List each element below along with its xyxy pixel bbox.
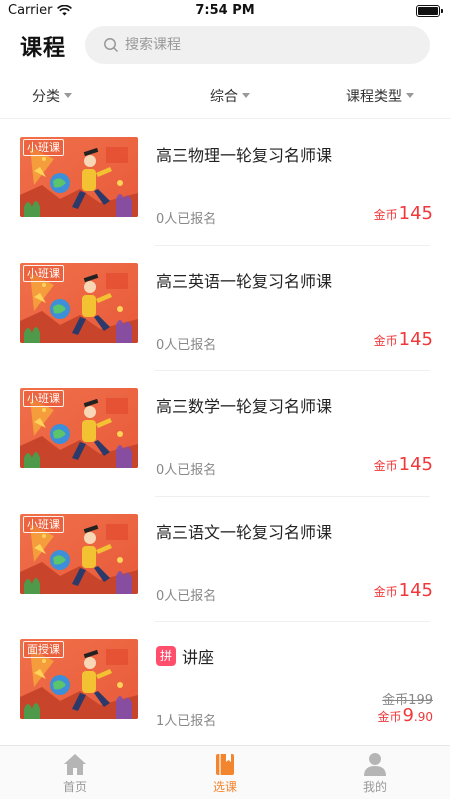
header: 课程 bbox=[0, 26, 450, 66]
course-price: 金币 145 bbox=[374, 329, 433, 350]
course-type-badge: 面授课 bbox=[23, 641, 64, 658]
course-type-badge: 小班课 bbox=[23, 264, 64, 282]
course-title-text: 高三语文一轮复习名师课 bbox=[156, 522, 333, 542]
price-unit: 金币 bbox=[377, 710, 402, 724]
tab-courses[interactable]: 选课 bbox=[195, 752, 255, 795]
course-price: 金币 9 .90 bbox=[377, 705, 433, 726]
filter-course-type[interactable]: 课程类型 bbox=[346, 86, 414, 106]
course-title-text: 高三英语一轮复习名师课 bbox=[156, 271, 333, 291]
filter-category[interactable]: 分类 bbox=[32, 86, 72, 106]
enroll-count: 0人已报名 bbox=[156, 588, 217, 604]
course-item[interactable]: 小班课 高三数学一轮复习名师课 0人已报名 金币 145 bbox=[0, 370, 450, 496]
enroll-count: 0人已报名 bbox=[156, 337, 217, 353]
battery-icon bbox=[416, 5, 443, 17]
book-icon bbox=[216, 754, 234, 775]
tab-me[interactable]: 我的 bbox=[345, 752, 405, 795]
caret-down-icon bbox=[406, 92, 414, 98]
search-icon bbox=[104, 38, 119, 53]
course-thumbnail: 小班课 bbox=[20, 513, 138, 594]
tab-label: 选课 bbox=[212, 780, 237, 794]
price-amount: 145 bbox=[398, 579, 433, 601]
course-type-badge: 小班课 bbox=[23, 139, 64, 156]
person-icon bbox=[364, 753, 386, 776]
filter-sort[interactable]: 综合 bbox=[210, 86, 250, 106]
tab-label: 我的 bbox=[362, 780, 387, 794]
filter-label: 综合 bbox=[210, 89, 238, 105]
course-item[interactable]: 小班课 高三物理一轮复习名师课 0人已报名 金币 145 bbox=[0, 119, 450, 245]
course-price: 金币 145 bbox=[374, 580, 433, 601]
price-amount: 145 bbox=[398, 328, 433, 350]
enroll-count: 0人已报名 bbox=[156, 212, 217, 227]
course-item[interactable]: 面授课 拼 讲座 1人已报名 金币199 金币 9 .90 bbox=[0, 621, 450, 747]
price-amount: 145 bbox=[398, 454, 433, 475]
price-decimal: .90 bbox=[413, 710, 433, 724]
course-title-text: 高三数学一轮复习名师课 bbox=[156, 397, 333, 416]
course-title-text: 高三物理一轮复习名师课 bbox=[156, 146, 333, 165]
filter-bar: 分类 综合 课程类型 bbox=[0, 80, 450, 112]
course-price: 金币 145 bbox=[374, 454, 433, 475]
course-thumbnail: 小班课 bbox=[20, 137, 138, 217]
enroll-count: 0人已报名 bbox=[156, 463, 217, 478]
price-amount: 9 bbox=[402, 705, 414, 726]
course-list: 小班课 高三物理一轮复习名师课 0人已报名 金币 145 小班课 高三英语一轮复… bbox=[0, 119, 450, 747]
tab-bar: 首页 选课 我的 bbox=[0, 745, 450, 799]
page-title: 课程 bbox=[20, 36, 67, 61]
price-unit: 金币 bbox=[373, 459, 398, 473]
caret-down-icon bbox=[64, 92, 72, 98]
course-type-badge: 小班课 bbox=[23, 390, 64, 407]
status-bar: Carrier 7:54 PM bbox=[0, 0, 450, 22]
course-item[interactable]: 小班课 高三语文一轮复习名师课 0人已报名 金币 145 bbox=[0, 495, 450, 622]
price-unit: 金币 bbox=[373, 333, 398, 348]
home-icon bbox=[64, 754, 86, 775]
course-item[interactable]: 小班课 高三英语一轮复习名师课 0人已报名 金币 145 bbox=[0, 244, 450, 371]
tab-home[interactable]: 首页 bbox=[45, 752, 105, 795]
price-unit: 金币 bbox=[373, 584, 398, 599]
price-unit: 金币 bbox=[373, 208, 398, 222]
search-box[interactable] bbox=[85, 26, 430, 64]
filter-label: 课程类型 bbox=[346, 89, 402, 105]
course-title: 拼 讲座 bbox=[156, 644, 214, 668]
course-price: 金币 145 bbox=[374, 203, 433, 224]
status-time: 7:54 PM bbox=[195, 3, 255, 18]
caret-down-icon bbox=[242, 92, 250, 98]
course-title: 高三语文一轮复习名师课 bbox=[156, 519, 332, 543]
filter-label: 分类 bbox=[32, 89, 60, 105]
course-thumbnail: 小班课 bbox=[20, 262, 138, 343]
course-thumbnail: 小班课 bbox=[20, 388, 138, 468]
course-title: 高三数学一轮复习名师课 bbox=[156, 393, 332, 417]
course-title: 高三英语一轮复习名师课 bbox=[156, 268, 332, 292]
course-type-badge: 小班课 bbox=[23, 515, 64, 533]
tab-label: 首页 bbox=[62, 780, 87, 794]
price-amount: 145 bbox=[398, 203, 433, 224]
group-buy-badge: 拼 bbox=[156, 646, 176, 666]
enroll-count: 1人已报名 bbox=[156, 714, 217, 729]
course-title: 高三物理一轮复习名师课 bbox=[156, 142, 332, 166]
course-thumbnail: 面授课 bbox=[20, 639, 138, 719]
search-input[interactable] bbox=[125, 37, 405, 53]
course-title-text: 讲座 bbox=[182, 648, 215, 667]
